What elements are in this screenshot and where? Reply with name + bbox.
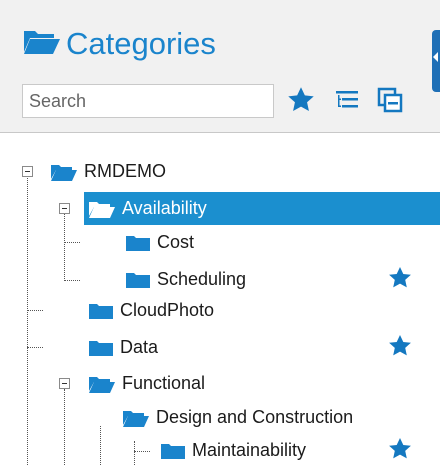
tree-node-label: Design and Construction bbox=[156, 407, 354, 427]
tree-node-label: Availability bbox=[122, 198, 207, 218]
tree-node-label: Scheduling bbox=[157, 269, 247, 289]
tree-node-cloudphoto[interactable]: CloudPhoto bbox=[88, 294, 440, 327]
folder-icon bbox=[125, 233, 151, 253]
folder-open-icon bbox=[88, 199, 116, 219]
tree-node-label: RMDEMO bbox=[84, 161, 166, 181]
folder-icon bbox=[88, 338, 114, 358]
folder-open-icon bbox=[50, 162, 78, 182]
folder-open-icon bbox=[88, 374, 116, 394]
folder-icon bbox=[160, 441, 186, 461]
star-icon[interactable] bbox=[388, 266, 412, 294]
star-icon bbox=[287, 86, 315, 118]
tree-node-label: Cost bbox=[157, 232, 195, 252]
tree-node-functional[interactable]: Functional bbox=[88, 367, 440, 400]
collapse-all-button[interactable] bbox=[374, 86, 406, 118]
tree-node-label: CloudPhoto bbox=[120, 300, 215, 320]
tree-node-design-and-construction[interactable]: Design and Construction bbox=[122, 401, 440, 434]
tree-connector bbox=[100, 426, 101, 465]
tree-connector bbox=[64, 389, 65, 465]
tree-node-availability[interactable]: Availability bbox=[84, 192, 440, 225]
tree-connector bbox=[27, 310, 43, 311]
collapse-toggle-functional[interactable] bbox=[59, 378, 70, 389]
star-icon[interactable] bbox=[388, 334, 412, 362]
star-icon[interactable] bbox=[388, 437, 412, 465]
tree-node-label: Data bbox=[120, 337, 159, 357]
search-field[interactable] bbox=[22, 84, 274, 118]
tree-node-label: Functional bbox=[122, 373, 206, 393]
tree-connector bbox=[27, 347, 43, 348]
tree-connector bbox=[64, 280, 80, 281]
folder-icon bbox=[125, 270, 151, 290]
tree-connector bbox=[134, 441, 135, 465]
page-title: Categories bbox=[66, 26, 216, 61]
tree-connector bbox=[64, 211, 65, 281]
search-input[interactable] bbox=[23, 86, 273, 116]
collapse-all-icon bbox=[377, 87, 403, 118]
tree-node-maintainability[interactable]: Maintainability bbox=[160, 434, 440, 465]
favorites-button[interactable] bbox=[285, 86, 317, 118]
panel-collapse-handle[interactable] bbox=[432, 30, 440, 92]
tree-list-icon bbox=[335, 89, 359, 116]
tree-node-data[interactable]: Data bbox=[88, 331, 440, 364]
folder-icon bbox=[88, 301, 114, 321]
tree-node-label: Maintainability bbox=[192, 440, 307, 460]
tree-connector bbox=[64, 242, 80, 243]
tree-node-scheduling[interactable]: Scheduling bbox=[125, 263, 440, 296]
collapse-toggle-rmdemo[interactable] bbox=[22, 166, 33, 177]
tree-connector bbox=[27, 175, 28, 465]
categories-panel: Categories Search RMDEMO Availability Co… bbox=[0, 0, 448, 465]
tree-connector bbox=[134, 451, 150, 452]
tree-node-cost[interactable]: Cost bbox=[125, 226, 440, 259]
panel-title: Categories bbox=[22, 24, 216, 64]
folder-open-icon bbox=[122, 408, 150, 428]
tree-view-button[interactable] bbox=[331, 86, 363, 118]
category-tree: RMDEMO Availability Cost Scheduling Clou… bbox=[0, 133, 440, 465]
collapse-toggle-availability[interactable] bbox=[59, 203, 70, 214]
panel-header: Categories bbox=[0, 0, 440, 133]
tree-node-rmdemo[interactable]: RMDEMO bbox=[50, 155, 440, 188]
folder-open-icon bbox=[22, 27, 62, 62]
